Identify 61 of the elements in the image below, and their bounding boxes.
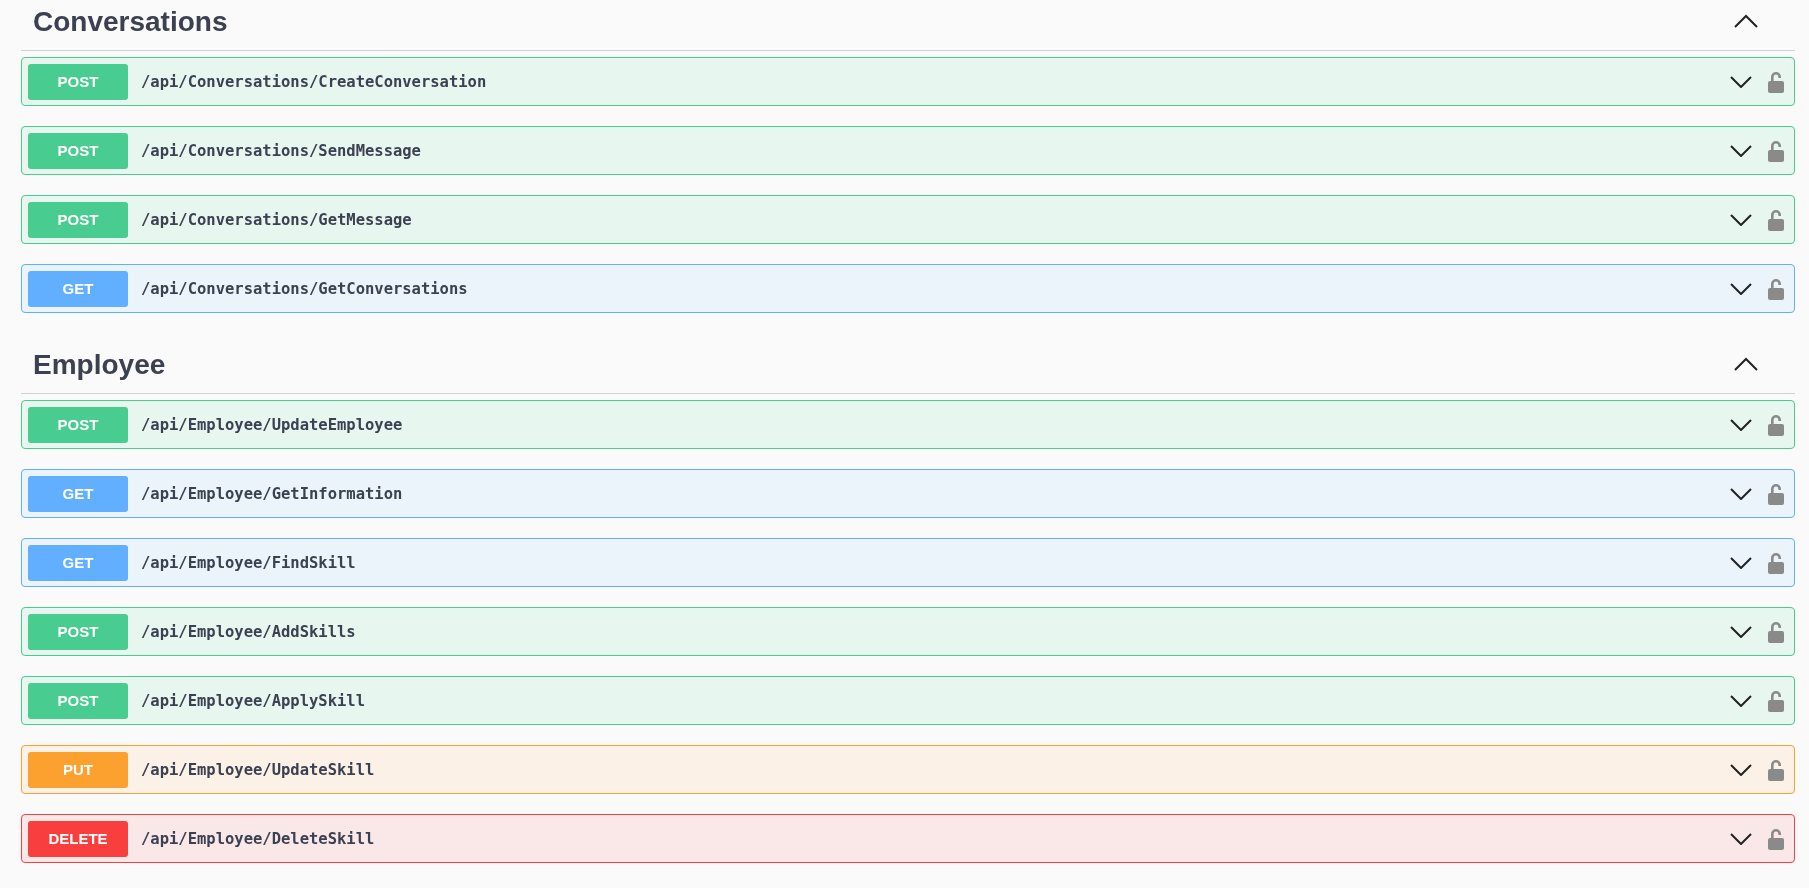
chevron-icon bbox=[1733, 13, 1759, 29]
endpoint-path: /api/Employee/FindSkill bbox=[141, 553, 357, 572]
endpoint-path: /api/Employee/DeleteSkill bbox=[141, 829, 376, 848]
unlocked-padlock-icon[interactable] bbox=[1768, 70, 1784, 93]
operation-row[interactable]: DELETE /api/Employee/DeleteSkill bbox=[21, 814, 1795, 863]
endpoint-path: /api/Employee/ApplySkill bbox=[141, 691, 366, 710]
endpoint-path: /api/Conversations/GetMessage bbox=[141, 210, 413, 229]
endpoint-path: /api/Conversations/GetConversations bbox=[141, 279, 469, 298]
endpoint-path: /api/Conversations/SendMessage bbox=[141, 141, 422, 160]
operation-row[interactable]: POST /api/Conversations/CreateConversation bbox=[21, 57, 1795, 106]
chevron-down-icon[interactable] bbox=[1730, 213, 1752, 226]
endpoint-path: /api/Conversations/CreateConversation bbox=[141, 72, 488, 91]
unlocked-padlock-icon[interactable] bbox=[1768, 551, 1784, 574]
unlocked-padlock-icon[interactable] bbox=[1768, 482, 1784, 505]
endpoint-path: /api/Employee/AddSkills bbox=[141, 622, 357, 641]
unlocked-padlock-icon[interactable] bbox=[1768, 208, 1784, 231]
chevron-down-icon[interactable] bbox=[1730, 763, 1752, 776]
chevron-down-icon[interactable] bbox=[1730, 75, 1752, 88]
operation-row[interactable]: POST /api/Employee/ApplySkill bbox=[21, 676, 1795, 725]
chevron-down-icon[interactable] bbox=[1730, 832, 1752, 845]
chevron-down-icon[interactable] bbox=[1730, 556, 1752, 569]
method-badge: POST bbox=[28, 132, 128, 169]
operation-row[interactable]: POST /api/Employee/UpdateEmployee bbox=[21, 400, 1795, 449]
chevron-down-icon[interactable] bbox=[1730, 418, 1752, 431]
endpoint-path: /api/Employee/GetInformation bbox=[141, 484, 404, 503]
unlocked-padlock-icon[interactable] bbox=[1768, 277, 1784, 300]
unlocked-padlock-icon[interactable] bbox=[1768, 758, 1784, 781]
chevron-down-icon[interactable] bbox=[1730, 625, 1752, 638]
collapse-toggle[interactable] bbox=[1733, 356, 1759, 372]
unlocked-padlock-icon[interactable] bbox=[1768, 139, 1784, 162]
operation-row[interactable]: GET /api/Employee/FindSkill bbox=[21, 538, 1795, 587]
method-badge: POST bbox=[28, 63, 128, 100]
method-badge: POST bbox=[28, 406, 128, 443]
operation-row[interactable]: POST /api/Employee/AddSkills bbox=[21, 607, 1795, 656]
method-badge: GET bbox=[28, 270, 128, 307]
endpoint-path: /api/Employee/UpdateEmployee bbox=[141, 415, 404, 434]
operation-row[interactable]: POST /api/Conversations/SendMessage bbox=[21, 126, 1795, 175]
operation-row[interactable]: POST /api/Conversations/GetMessage bbox=[21, 195, 1795, 244]
method-badge: GET bbox=[28, 475, 128, 512]
chevron-icon bbox=[1733, 356, 1759, 372]
section-title[interactable]: Conversations bbox=[33, 6, 228, 38]
collapse-toggle[interactable] bbox=[1733, 13, 1759, 29]
endpoint-path: /api/Employee/UpdateSkill bbox=[141, 760, 376, 779]
operation-row[interactable]: PUT /api/Employee/UpdateSkill bbox=[21, 745, 1795, 794]
unlocked-padlock-icon[interactable] bbox=[1768, 827, 1784, 850]
chevron-down-icon[interactable] bbox=[1730, 694, 1752, 707]
unlocked-padlock-icon[interactable] bbox=[1768, 689, 1784, 712]
chevron-down-icon[interactable] bbox=[1730, 487, 1752, 500]
section-title[interactable]: Employee bbox=[33, 349, 166, 381]
unlocked-padlock-icon[interactable] bbox=[1768, 620, 1784, 643]
operation-row[interactable]: GET /api/Employee/GetInformation bbox=[21, 469, 1795, 518]
operation-row[interactable]: GET /api/Conversations/GetConversations bbox=[21, 264, 1795, 313]
method-badge: POST bbox=[28, 682, 128, 719]
method-badge: POST bbox=[28, 201, 128, 238]
method-badge: DELETE bbox=[28, 820, 128, 857]
method-badge: GET bbox=[28, 544, 128, 581]
unlocked-padlock-icon[interactable] bbox=[1768, 413, 1784, 436]
chevron-down-icon[interactable] bbox=[1730, 144, 1752, 157]
chevron-down-icon[interactable] bbox=[1730, 282, 1752, 295]
method-badge: PUT bbox=[28, 751, 128, 788]
method-badge: POST bbox=[28, 613, 128, 650]
